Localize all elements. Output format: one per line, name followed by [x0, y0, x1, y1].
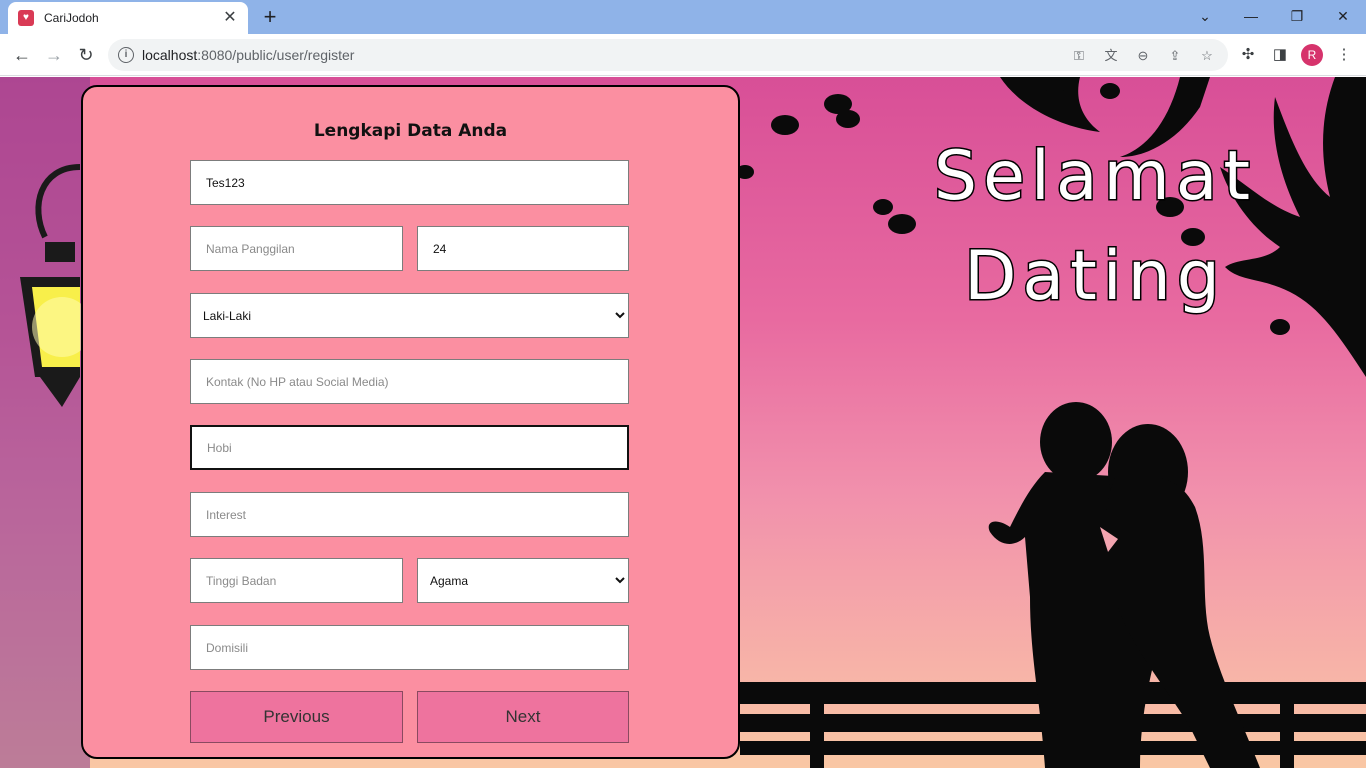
restore-button[interactable]: ❐: [1282, 4, 1312, 28]
address-bar[interactable]: i localhost:8080/public/user/register ⚿ …: [108, 39, 1228, 71]
welcome-line-1: Selamat: [932, 136, 1257, 218]
extensions-icon[interactable]: ✣: [1238, 45, 1258, 65]
translate-icon[interactable]: 文: [1102, 47, 1120, 65]
bookmark-star-icon[interactable]: ☆: [1198, 47, 1216, 65]
browser-toolbar: ← → ↻ i localhost:8080/public/user/regis…: [0, 34, 1366, 76]
browser-tab[interactable]: ♥ CariJodoh ✕: [8, 2, 248, 34]
minimize-button[interactable]: —: [1236, 4, 1266, 28]
interest-input[interactable]: [190, 492, 629, 537]
domicile-input[interactable]: [190, 625, 629, 670]
share-icon[interactable]: ⇪: [1166, 47, 1184, 65]
close-tab-icon[interactable]: ✕: [222, 10, 238, 26]
address-url[interactable]: localhost:8080/public/user/register: [142, 47, 354, 63]
hobby-input[interactable]: [190, 425, 629, 470]
nickname-input[interactable]: [190, 226, 403, 271]
reload-button[interactable]: ↻: [72, 41, 100, 69]
page-viewport: Selamat Dating Lengkapi Data Anda Laki-L…: [0, 77, 1366, 768]
age-input[interactable]: [417, 226, 629, 271]
heart-favicon-icon: ♥: [18, 10, 34, 26]
menu-kebab-icon[interactable]: ⋮: [1334, 45, 1354, 65]
tab-title: CariJodoh: [44, 11, 99, 25]
profile-avatar[interactable]: R: [1301, 44, 1323, 66]
contact-input[interactable]: [190, 359, 629, 404]
key-icon[interactable]: ⚿: [1070, 47, 1088, 65]
form-title: Lengkapi Data Anda: [313, 121, 508, 141]
url-host: localhost: [142, 47, 198, 63]
tab-search-icon[interactable]: ⌄: [1190, 4, 1220, 28]
forward-button[interactable]: →: [40, 41, 68, 69]
close-window-button[interactable]: ✕: [1328, 4, 1358, 28]
couple-silhouette-illustration: [988, 402, 1260, 768]
url-path: :8080/public/user/register: [197, 47, 355, 63]
gender-select[interactable]: Laki-Laki: [190, 293, 629, 338]
side-panel-icon[interactable]: ◨: [1270, 45, 1290, 65]
registration-form-card: Lengkapi Data Anda Laki-Laki Agama Previ…: [81, 85, 740, 759]
previous-button[interactable]: Previous: [190, 691, 403, 743]
height-input[interactable]: [190, 558, 403, 603]
zoom-icon[interactable]: ⊖: [1134, 47, 1152, 65]
full-name-input[interactable]: [190, 160, 629, 205]
new-tab-button[interactable]: +: [258, 5, 282, 29]
welcome-line-2: Dating: [963, 236, 1226, 318]
welcome-title: Selamat Dating: [900, 127, 1290, 327]
site-info-icon[interactable]: i: [118, 47, 134, 63]
browser-tab-bar: ♥ CariJodoh ✕ + ⌄ — ❐ ✕: [0, 0, 1366, 34]
next-button[interactable]: Next: [417, 691, 629, 743]
back-button[interactable]: ←: [8, 41, 36, 69]
religion-select[interactable]: Agama: [417, 558, 629, 603]
